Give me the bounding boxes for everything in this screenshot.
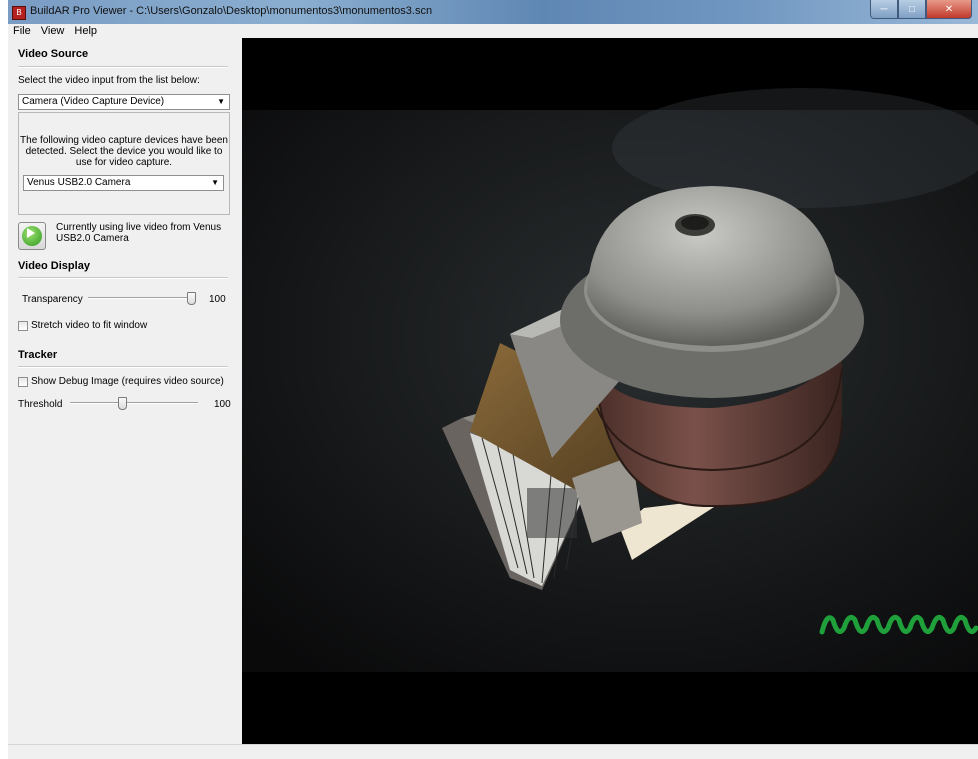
video-input-select[interactable]: Camera (Video Capture Device) ▼ [18, 94, 230, 110]
transparency-label: Transparency [22, 294, 83, 305]
menu-help[interactable]: Help [69, 24, 102, 38]
video-display-heading: Video Display [18, 260, 90, 272]
menu-file[interactable]: File [8, 24, 36, 38]
debug-image-label: Show Debug Image (requires video source) [31, 376, 224, 387]
menu-bar: File View Help [8, 24, 978, 38]
transparency-value: 100 [209, 294, 226, 305]
slider-thumb[interactable] [187, 292, 196, 305]
capture-device-group: The following video capture devices have… [18, 112, 230, 215]
window-controls: ─ □ ✕ [870, 0, 972, 20]
ar-video-viewport[interactable] [242, 38, 978, 744]
window-title: BuildAR Pro Viewer - C:\Users\Gonzalo\De… [30, 5, 433, 17]
chevron-down-icon: ▼ [211, 178, 219, 187]
oculus-inner [681, 216, 709, 230]
transparency-slider[interactable] [88, 292, 196, 305]
video-input-instruction: Select the video input from the list bel… [18, 75, 200, 86]
video-input-value: Camera (Video Capture Device) [22, 96, 165, 107]
slider-track [70, 402, 198, 404]
tracker-heading: Tracker [18, 349, 58, 361]
video-source-heading: Video Source [18, 48, 89, 60]
letterbox-bottom [242, 672, 978, 744]
slider-thumb[interactable] [118, 397, 127, 410]
section-divider [18, 277, 228, 279]
portico-floor-checker [527, 488, 577, 538]
maximize-button[interactable]: □ [898, 0, 926, 19]
ceiling-light-glow [612, 88, 978, 208]
debug-image-checkbox[interactable] [18, 377, 28, 387]
stretch-video-checkbox[interactable] [18, 321, 28, 331]
app-window: B BuildAR Pro Viewer - C:\Users\Gonzalo\… [8, 0, 978, 759]
live-video-play-button[interactable] [18, 222, 46, 250]
threshold-value: 100 [214, 399, 231, 410]
capture-device-select[interactable]: Venus USB2.0 Camera ▼ [23, 175, 224, 191]
play-icon [27, 228, 35, 238]
capture-devices-description: The following video capture devices have… [20, 135, 228, 168]
title-bar[interactable]: B BuildAR Pro Viewer - C:\Users\Gonzalo\… [8, 0, 978, 24]
threshold-slider[interactable] [70, 397, 198, 410]
settings-panel: Video Source Select the video input from… [8, 38, 242, 744]
capture-device-value: Venus USB2.0 Camera [27, 177, 131, 188]
ar-scene-render [242, 38, 978, 744]
app-logo-icon: B [12, 6, 26, 20]
minimize-button[interactable]: ─ [870, 0, 898, 19]
chevron-down-icon: ▼ [217, 97, 225, 106]
close-button[interactable]: ✕ [926, 0, 972, 19]
threshold-label: Threshold [18, 399, 63, 410]
section-divider [18, 66, 228, 68]
stretch-video-label: Stretch video to fit window [31, 320, 148, 331]
section-divider [18, 366, 228, 368]
video-status-text: Currently using live video from Venus US… [56, 222, 222, 244]
menu-view[interactable]: View [36, 24, 70, 38]
slider-track [88, 297, 196, 299]
status-bar [8, 744, 978, 759]
